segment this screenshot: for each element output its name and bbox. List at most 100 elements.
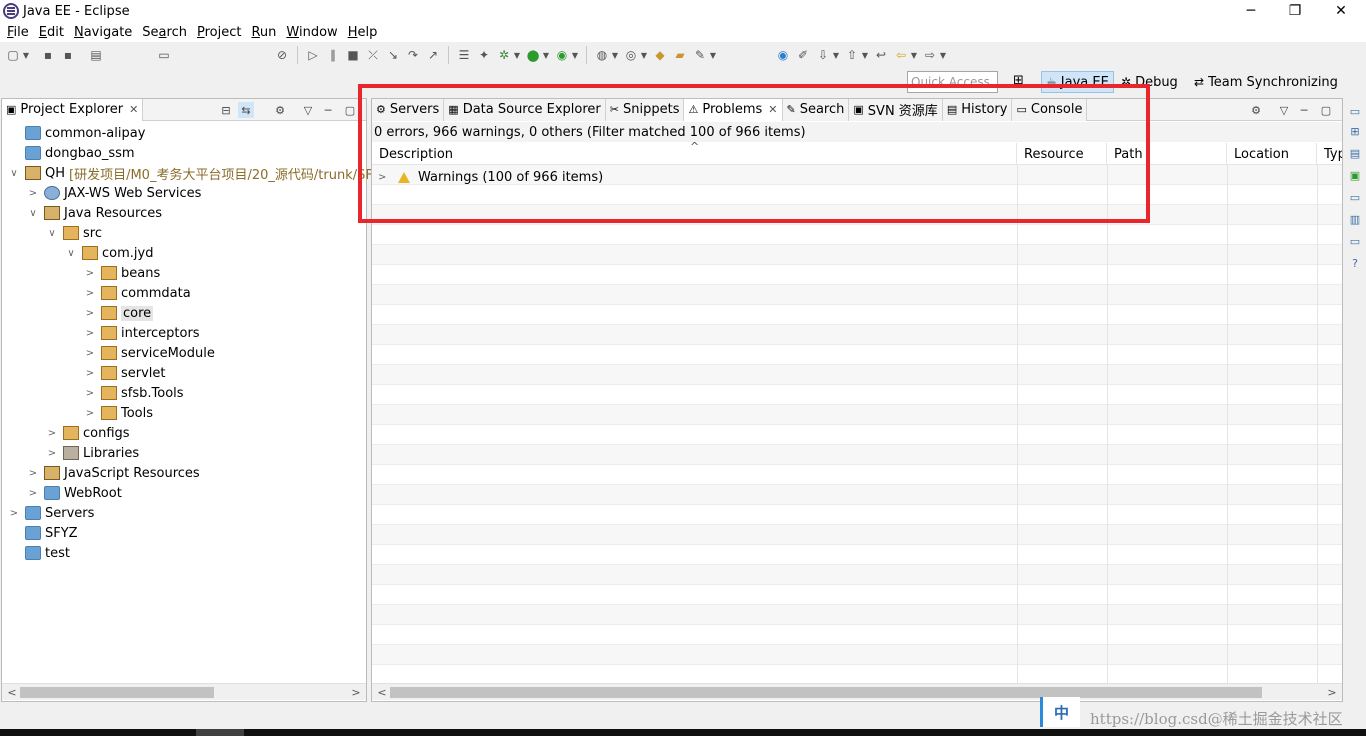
tree-item[interactable]: > sfsb.Tools — [84, 383, 184, 403]
resume-icon[interactable]: ▷ — [305, 47, 321, 63]
back-icon[interactable]: ⇦ — [893, 47, 909, 63]
table-row[interactable] — [372, 405, 1342, 425]
scroll-right-icon[interactable]: > — [1324, 684, 1340, 700]
tree-item[interactable]: ∨ com.jyd — [65, 243, 153, 263]
scroll-thumb[interactable] — [390, 687, 1262, 698]
view-menu-icon[interactable]: ▽ — [1276, 102, 1292, 118]
run-server-dropdown-icon[interactable]: ▼ — [571, 47, 579, 63]
menu-item[interactable]: Run — [246, 25, 281, 40]
expand-arrow-icon[interactable]: ∨ — [8, 168, 20, 179]
disconnect-icon[interactable]: ⤫ — [365, 47, 381, 63]
debug-icon[interactable]: ✲ — [496, 47, 512, 63]
table-row[interactable] — [372, 225, 1342, 245]
close-window-button[interactable]: ✕ — [1318, 0, 1364, 22]
save-icon[interactable]: ▪ — [40, 47, 56, 63]
table-row[interactable] — [372, 505, 1342, 525]
close-icon[interactable]: ✕ — [129, 103, 138, 116]
run-dropdown-icon[interactable]: ▼ — [542, 47, 550, 63]
run-icon[interactable]: ● — [525, 46, 541, 64]
tree-item[interactable]: common-alipay — [8, 123, 145, 143]
step-return-icon[interactable]: ↗ — [425, 47, 441, 63]
menu-item[interactable]: Window — [281, 25, 342, 40]
open-folder-icon[interactable]: ▰ — [672, 47, 688, 63]
tree-item[interactable]: > Servers — [8, 503, 95, 523]
taskbar-active-item[interactable] — [196, 729, 244, 736]
expand-arrow-icon[interactable]: > — [84, 328, 96, 339]
expand-arrow-icon[interactable]: > — [27, 468, 39, 479]
maximize-view-icon[interactable]: ▢ — [1318, 102, 1334, 118]
restore-icon[interactable]: ▭ — [1348, 234, 1362, 248]
view-menu-icon[interactable]: ▽ — [300, 102, 316, 118]
menu-item[interactable]: Navigate — [69, 25, 137, 40]
menu-item[interactable]: Help — [343, 25, 383, 40]
expand-arrow-icon[interactable]: ∨ — [65, 248, 77, 259]
right-horizontal-scrollbar[interactable]: < > — [372, 683, 1342, 700]
back-dropdown-icon[interactable]: ▼ — [910, 47, 918, 63]
minimize-button[interactable]: ─ — [1228, 0, 1274, 22]
scroll-right-icon[interactable]: > — [348, 684, 364, 700]
expand-arrow-icon[interactable]: > — [46, 428, 58, 439]
tree-item[interactable]: ∨ QH [研发项目/M0_考务大平台项目/20_源代码/trunk/SFYZ — [8, 163, 389, 183]
run-server-icon[interactable]: ◉ — [554, 47, 570, 63]
open-type-icon[interactable]: ◆ — [652, 47, 668, 63]
column-type[interactable]: Typ — [1317, 143, 1342, 165]
scroll-left-icon[interactable]: < — [4, 684, 20, 700]
tree-item[interactable]: > JavaScript Resources — [27, 463, 200, 483]
table-row[interactable] — [372, 585, 1342, 605]
annotation-icon[interactable]: ✐ — [795, 47, 811, 63]
perspective-team-sync[interactable]: ⇄ Team Synchronizing — [1190, 71, 1342, 93]
table-row[interactable] — [372, 285, 1342, 305]
prev-annotation-dropdown-icon[interactable]: ▼ — [861, 47, 869, 63]
table-row[interactable] — [372, 445, 1342, 465]
restore-button[interactable]: ❐ — [1272, 0, 1318, 22]
globe-icon[interactable]: ◉ — [775, 47, 791, 63]
tree-item[interactable]: > servlet — [84, 363, 166, 383]
menu-item[interactable]: Edit — [34, 25, 69, 40]
expand-arrow-icon[interactable]: > — [84, 288, 96, 299]
task-list-icon[interactable]: ▤ — [1348, 146, 1362, 160]
menu-item[interactable]: File — [2, 25, 34, 40]
table-row[interactable] — [372, 565, 1342, 585]
forward-dropdown-icon[interactable]: ▼ — [939, 47, 947, 63]
binary-icon[interactable]: ▤ — [88, 47, 104, 63]
expand-arrow-icon[interactable]: > — [84, 308, 96, 319]
table-row[interactable] — [372, 425, 1342, 445]
expand-arrow-icon[interactable]: > — [84, 408, 96, 419]
debug-dropdown-icon[interactable]: ▼ — [513, 47, 521, 63]
last-edit-icon[interactable]: ↩ — [873, 47, 889, 63]
tree-item[interactable]: test — [8, 543, 70, 563]
scroll-left-icon[interactable]: < — [374, 684, 390, 700]
prev-annotation-icon[interactable]: ⇧ — [844, 47, 860, 63]
filters-icon[interactable]: ⚙ — [1248, 102, 1264, 118]
palette-icon[interactable]: ▣ — [1348, 168, 1362, 182]
save-all-icon[interactable]: ▪ — [60, 47, 76, 63]
maximize-view-icon[interactable]: ▢ — [342, 102, 358, 118]
outline-icon[interactable]: ⊞ — [1348, 124, 1362, 138]
new-dropdown-icon[interactable]: ▼ — [22, 47, 30, 63]
suspend-icon[interactable]: ∥ — [325, 47, 341, 63]
tree-item[interactable]: > Libraries — [46, 443, 139, 463]
table-row[interactable] — [372, 325, 1342, 345]
tree-item[interactable]: dongbao_ssm — [8, 143, 135, 163]
tree-item[interactable]: > commdata — [84, 283, 191, 303]
new-icon[interactable]: ▢ — [5, 47, 21, 63]
table-row[interactable] — [372, 645, 1342, 665]
filters-icon[interactable]: ⚙ — [272, 102, 288, 118]
wand-icon[interactable]: ✦ — [476, 47, 492, 63]
expand-arrow-icon[interactable]: ∨ — [27, 208, 39, 219]
collapse-all-icon[interactable]: ⊟ — [218, 102, 234, 118]
table-row[interactable] — [372, 385, 1342, 405]
next-annotation-icon[interactable]: ⇩ — [815, 47, 831, 63]
tree-item[interactable]: > beans — [84, 263, 160, 283]
tree-item[interactable]: > JAX-WS Web Services — [27, 183, 202, 203]
step-into-icon[interactable]: ↘ — [385, 47, 401, 63]
expand-arrow-icon[interactable]: > — [84, 268, 96, 279]
expand-arrow-icon[interactable]: > — [27, 488, 39, 499]
skip-breakpoints-icon[interactable]: ⊘ — [274, 47, 290, 63]
minimize-view-icon[interactable]: ─ — [1296, 102, 1312, 118]
new-class-dropdown-icon[interactable]: ▼ — [640, 47, 648, 63]
table-row[interactable] — [372, 465, 1342, 485]
menu-item[interactable]: Search — [137, 25, 192, 40]
table-row[interactable] — [372, 245, 1342, 265]
scroll-thumb[interactable] — [20, 687, 214, 698]
